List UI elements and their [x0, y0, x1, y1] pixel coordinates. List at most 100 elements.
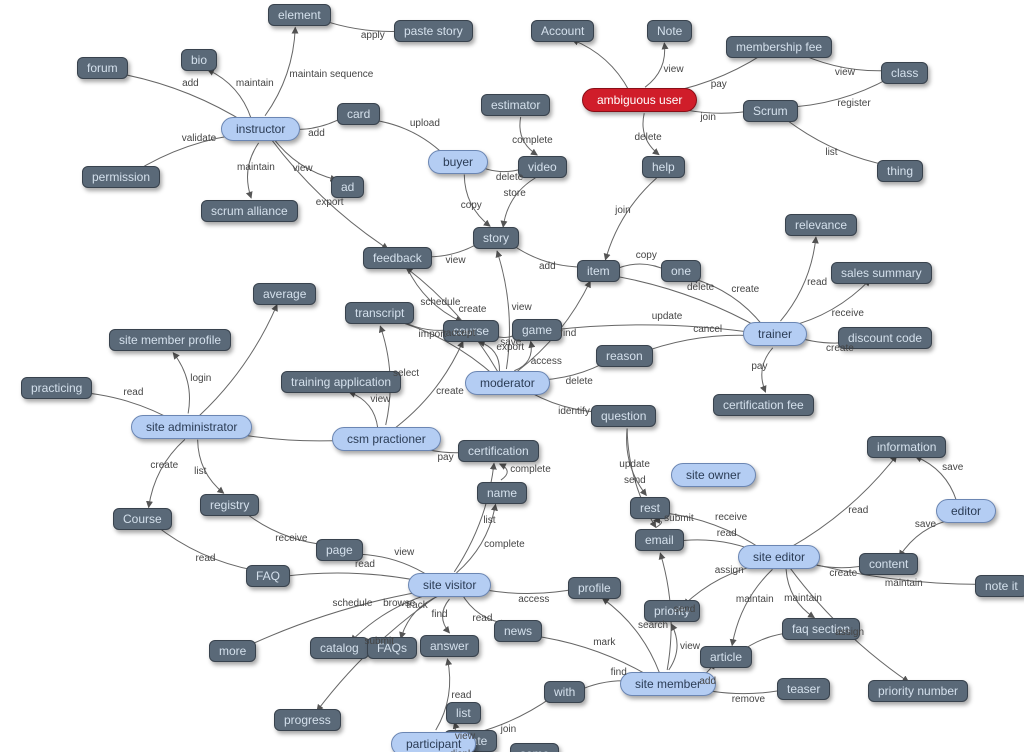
node-registry[interactable]: registry [200, 494, 259, 516]
node-sales_sum[interactable]: sales summary [831, 262, 932, 284]
node-priority[interactable]: priority [644, 600, 700, 622]
node-rest[interactable]: rest [630, 497, 670, 519]
edge-email-rest [654, 520, 662, 527]
node-cert_fee[interactable]: certification fee [713, 394, 814, 416]
node-feedback[interactable]: feedback [363, 247, 432, 269]
node-buyer[interactable]: buyer [428, 150, 488, 174]
node-site_visitor[interactable]: site visitor [408, 573, 491, 597]
node-class[interactable]: class [881, 62, 928, 84]
edge-site_admin-site_mem_pr [173, 353, 189, 414]
node-average[interactable]: average [253, 283, 316, 305]
edge-label-editor-information: save [942, 462, 963, 473]
edge-label-trainer-item: delete [687, 282, 714, 293]
node-card[interactable]: card [337, 103, 380, 125]
node-participant[interactable]: participant [391, 732, 476, 752]
node-some_n[interactable]: some [510, 743, 559, 752]
node-membership[interactable]: membership fee [726, 36, 832, 58]
node-editor[interactable]: editor [936, 499, 996, 523]
edge-label-site_visitor-name: complete [484, 539, 525, 550]
node-pri_number[interactable]: priority number [868, 680, 968, 702]
node-moderator[interactable]: moderator [465, 371, 550, 395]
edge-label-instructor-scrum_all: maintain [237, 162, 275, 173]
node-faq[interactable]: FAQ [246, 565, 290, 587]
node-bio[interactable]: bio [181, 49, 217, 71]
node-element[interactable]: element [268, 4, 331, 26]
edge-label-csm_pract-certification: pay [438, 452, 454, 463]
node-article[interactable]: article [700, 646, 752, 668]
node-site_mem_pr[interactable]: site member profile [109, 329, 231, 351]
edge-site_admin-average [200, 305, 278, 416]
node-profile[interactable]: profile [568, 577, 621, 599]
node-progress[interactable]: progress [274, 709, 341, 731]
node-trainer[interactable]: trainer [743, 322, 807, 346]
edge-label-moderator-question: identify [558, 406, 590, 417]
node-practicing[interactable]: practicing [21, 377, 92, 399]
node-account[interactable]: Account [531, 20, 594, 42]
node-forum[interactable]: forum [77, 57, 128, 79]
node-site_member[interactable]: site member [620, 672, 716, 696]
edge-label-course_u-faq: read [195, 553, 215, 564]
edge-label-story-item: add [539, 261, 556, 272]
edge-question-rest [627, 428, 647, 495]
node-course_l[interactable]: course [443, 320, 499, 342]
node-scrum[interactable]: Scrum [743, 100, 798, 122]
node-list[interactable]: list [446, 702, 481, 724]
edge-name-certification [500, 464, 508, 480]
node-reason[interactable]: reason [596, 345, 653, 367]
node-faqs[interactable]: FAQs [367, 637, 417, 659]
edge-label-participant-answer: read [451, 690, 471, 701]
edge-amb_user-account [572, 40, 629, 91]
edge-label-instructor-permission: validate [182, 133, 216, 144]
node-relevance[interactable]: relevance [785, 214, 857, 236]
node-help[interactable]: help [642, 156, 685, 178]
node-site_admin[interactable]: site administrator [131, 415, 252, 439]
node-thing[interactable]: thing [877, 160, 923, 182]
node-amb_user[interactable]: ambiguous user [582, 88, 697, 112]
node-estimator[interactable]: estimator [481, 94, 550, 116]
node-information[interactable]: information [867, 436, 946, 458]
node-paste_story[interactable]: paste story [394, 20, 473, 42]
node-one[interactable]: one [661, 260, 701, 282]
edge-label-estimator-video: complete [512, 135, 553, 146]
node-catalog[interactable]: catalog [310, 637, 369, 659]
node-transcript[interactable]: transcript [345, 302, 414, 324]
node-note[interactable]: Note [647, 20, 692, 42]
node-certification[interactable]: certification [458, 440, 539, 462]
edge-trainer-one [692, 278, 764, 326]
node-news[interactable]: news [494, 620, 542, 642]
edge-scrum-class [783, 77, 892, 108]
edge-site_visitor-answer [443, 599, 450, 633]
node-with[interactable]: with [544, 681, 585, 703]
node-story[interactable]: story [473, 227, 519, 249]
node-faq_section[interactable]: faq section [782, 618, 860, 640]
edge-moderator-game [514, 341, 531, 370]
node-email[interactable]: email [635, 529, 684, 551]
edge-label-instructor-card: add [308, 128, 325, 139]
node-note_it[interactable]: note it [975, 575, 1024, 597]
node-game[interactable]: game [512, 319, 562, 341]
node-video[interactable]: video [518, 156, 567, 178]
node-scrum_all[interactable]: scrum alliance [201, 200, 298, 222]
node-teaser[interactable]: teaser [777, 678, 830, 700]
edge-label-question-rest: update [619, 459, 650, 470]
node-site_editor[interactable]: site editor [738, 545, 820, 569]
node-answer[interactable]: answer [420, 635, 479, 657]
node-more[interactable]: more [209, 640, 256, 662]
node-train_app[interactable]: training application [281, 371, 401, 393]
node-ad[interactable]: ad [331, 176, 364, 198]
node-permission[interactable]: permission [82, 166, 160, 188]
node-content[interactable]: content [859, 553, 918, 575]
node-item[interactable]: item [577, 260, 620, 282]
node-course_u[interactable]: Course [113, 508, 172, 530]
node-site_owner[interactable]: site owner [671, 463, 756, 487]
edge-csm_pract-train_app [349, 392, 378, 428]
node-instructor[interactable]: instructor [221, 117, 300, 141]
node-discount[interactable]: discount code [838, 327, 932, 349]
edge-site_admin-course_u [149, 439, 185, 507]
node-question[interactable]: question [591, 405, 656, 427]
edge-trainer-game [550, 325, 761, 334]
node-page[interactable]: page [316, 539, 363, 561]
edge-label-membership-class: view [835, 67, 855, 78]
node-name[interactable]: name [477, 482, 527, 504]
node-csm_pract[interactable]: csm practioner [332, 427, 441, 451]
